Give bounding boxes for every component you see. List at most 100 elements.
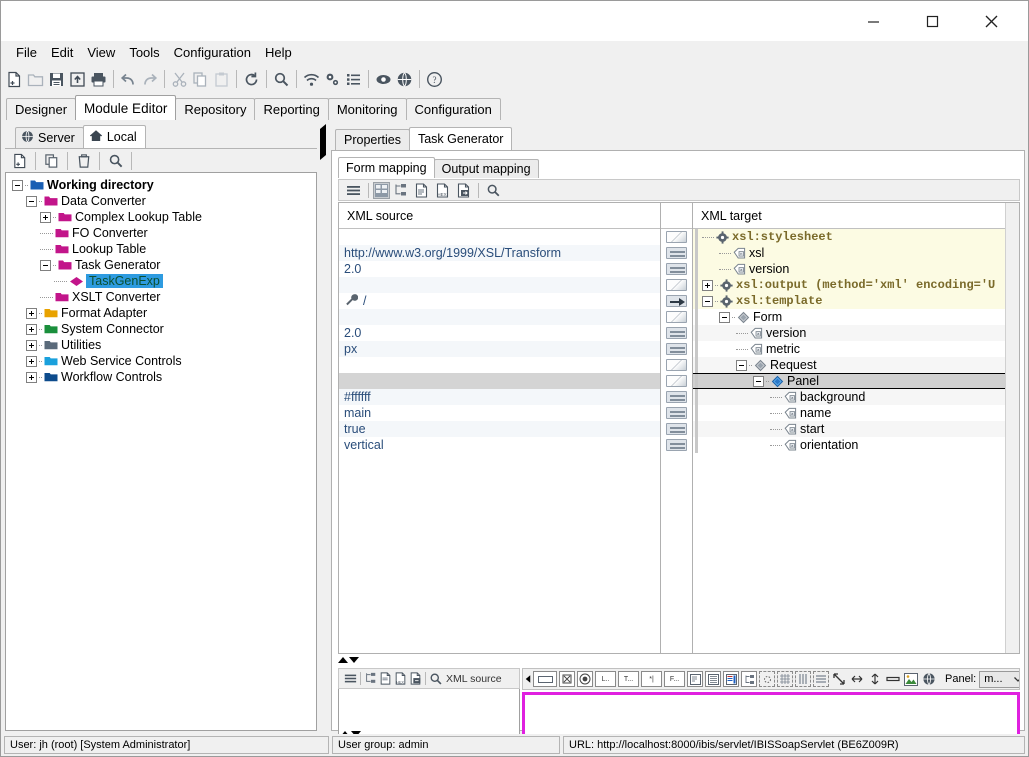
globe-icon[interactable] (921, 671, 937, 687)
tree-node[interactable]: FO Converter (12, 225, 316, 241)
redo-icon[interactable] (139, 68, 160, 90)
xml-source-row[interactable] (339, 229, 660, 245)
menu-edit[interactable]: Edit (44, 43, 80, 63)
document-icon[interactable] (378, 668, 393, 689)
close-button[interactable] (968, 1, 1014, 41)
tree-expand-icon[interactable] (26, 372, 37, 383)
mapping-link-cell[interactable] (661, 325, 692, 341)
xml-source-row[interactable] (339, 357, 660, 373)
undo-icon[interactable] (118, 68, 139, 90)
menu-tools[interactable]: Tools (122, 43, 166, 63)
tab-form-mapping[interactable]: Form mapping (338, 157, 435, 178)
mapping-link-cell[interactable] (661, 341, 692, 357)
new-icon[interactable] (4, 68, 25, 90)
xml-source-row[interactable]: vertical (339, 437, 660, 453)
mapping-link-diag-icon[interactable] (666, 311, 687, 323)
source-preview-box[interactable] (338, 689, 520, 736)
resize-horizontal-icon[interactable] (849, 671, 865, 687)
mapping-link-cell[interactable] (661, 405, 692, 421)
tree-structure-icon[interactable] (363, 668, 378, 689)
delete-trash-icon[interactable] (73, 150, 94, 172)
tree-collapse-icon[interactable] (736, 360, 747, 371)
tree-icon[interactable] (741, 671, 757, 687)
tree-expand-icon[interactable] (26, 356, 37, 367)
resize-vertical-icon[interactable] (867, 671, 883, 687)
mapping-link-diag-icon[interactable] (666, 375, 687, 387)
panel-selector-dropdown[interactable]: m... (979, 671, 1020, 688)
mapping-link-cell[interactable] (661, 373, 692, 389)
tab-monitoring[interactable]: Monitoring (328, 98, 407, 120)
tab-reporting[interactable]: Reporting (254, 98, 328, 120)
mapping-link-arrow-icon[interactable] (666, 295, 687, 307)
radio-icon[interactable] (577, 671, 593, 687)
save-as-icon[interactable] (67, 68, 88, 90)
search-icon[interactable] (271, 68, 292, 90)
xml-target-row[interactable]: xsl:template (693, 293, 1019, 309)
document-icon[interactable] (411, 179, 432, 201)
tree-expand-icon[interactable] (40, 212, 51, 223)
left-splitter[interactable] (319, 127, 328, 731)
tree-collapse-icon[interactable] (26, 196, 37, 207)
mapping-link-lines-icon[interactable] (666, 391, 687, 403)
mapping-link-lines-icon[interactable] (666, 247, 687, 259)
tab-local[interactable]: Local (83, 125, 146, 148)
mapping-link-cell[interactable] (661, 261, 692, 277)
textfield-icon[interactable]: T... (618, 671, 639, 687)
open-folder-icon[interactable] (25, 68, 46, 90)
print-icon[interactable] (88, 68, 109, 90)
tree-collapse-icon[interactable] (753, 376, 764, 387)
xml-target-row[interactable]: Panel (693, 373, 1019, 389)
tree-node[interactable]: Data Converter (12, 193, 316, 209)
new-file-icon[interactable] (9, 150, 30, 172)
mapping-link-lines-icon[interactable] (666, 439, 687, 451)
mapping-link-lines-icon[interactable] (666, 423, 687, 435)
dashed-rows-icon[interactable] (813, 671, 829, 687)
tab-module-editor[interactable]: Module Editor (75, 95, 176, 120)
refresh-icon[interactable] (241, 68, 262, 90)
mapping-link-cell[interactable] (661, 309, 692, 325)
password-icon[interactable]: *| (641, 671, 662, 687)
textarea-icon[interactable] (687, 671, 703, 687)
mapping-link-lines-icon[interactable] (666, 263, 687, 275)
menu-hamburger-icon[interactable] (342, 668, 358, 689)
formatted-field-icon[interactable]: F... (664, 671, 685, 687)
import-document-icon[interactable] (453, 179, 474, 201)
cut-icon[interactable] (169, 68, 190, 90)
mapping-link-cell[interactable] (661, 229, 692, 245)
search-icon[interactable] (483, 179, 504, 201)
xml-target-row[interactable]: Form (693, 309, 1019, 325)
tree-node[interactable]: Workflow Controls (12, 369, 316, 385)
mapping-link-lines-icon[interactable] (666, 407, 687, 419)
mapping-link-lines-icon[interactable] (666, 343, 687, 355)
tree-collapse-icon[interactable] (40, 260, 51, 271)
xml-source-row[interactable]: true (339, 421, 660, 437)
toolbar-scroll-left-icon[interactable] (526, 675, 531, 683)
mapping-link-diag-icon[interactable] (666, 231, 687, 243)
table-grid-icon[interactable] (373, 182, 390, 199)
rectangle-icon[interactable] (533, 671, 557, 687)
tree-node[interactable]: Utilities (12, 337, 316, 353)
copy-icon[interactable] (41, 150, 62, 172)
xml-source-row[interactable]: http://www.w3.org/1999/XSL/Transform (339, 245, 660, 261)
help-icon[interactable]: ? (424, 68, 445, 90)
tab-configuration[interactable]: Configuration (406, 98, 501, 120)
globe-icon[interactable] (394, 68, 415, 90)
tree-collapse-icon[interactable] (702, 296, 713, 307)
tree-node[interactable]: Working directory (12, 177, 316, 193)
xml-target-row[interactable]: astart (693, 421, 1019, 437)
xml-target-row[interactable]: xsl:output (method='xml' encoding='U (693, 277, 1019, 293)
xml-target-row[interactable]: Request (693, 357, 1019, 373)
tree-expand-icon[interactable] (26, 308, 37, 319)
checkbox-icon[interactable] (559, 671, 575, 687)
xml-source-row[interactable] (339, 277, 660, 293)
list-icon[interactable] (705, 671, 721, 687)
xml-source-row[interactable]: main (339, 405, 660, 421)
mapping-link-cell[interactable] (661, 277, 692, 293)
grid-bottom-splitter[interactable] (338, 657, 359, 663)
paste-icon[interactable] (211, 68, 232, 90)
splitter-down-icon[interactable] (349, 657, 359, 663)
tab-repository[interactable]: Repository (175, 98, 255, 120)
xml-target-row[interactable]: aversion (693, 325, 1019, 341)
image-icon[interactable] (903, 671, 919, 687)
module-tree[interactable]: Working directoryData ConverterComplex L… (5, 172, 317, 731)
